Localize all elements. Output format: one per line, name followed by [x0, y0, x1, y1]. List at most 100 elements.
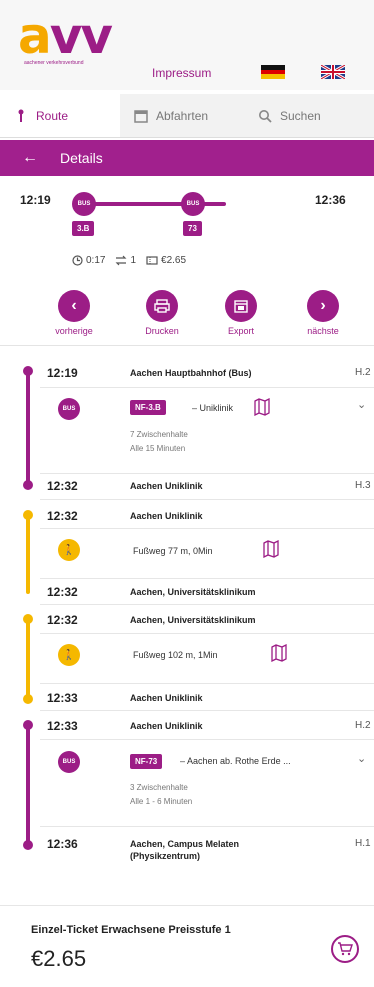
departure-time: 12:19: [47, 366, 78, 380]
departure-time: 12:32: [47, 613, 78, 627]
print-button[interactable]: Drucken: [127, 290, 197, 336]
stop-node: [23, 510, 33, 520]
line-badge: 3.B: [72, 221, 95, 236]
stop-name[interactable]: Aachen, Universitätsklinikum: [130, 587, 256, 597]
stop-name[interactable]: Aachen Hauptbahnhof (Bus): [130, 368, 252, 378]
stop-name-line2: (Physikzentrum): [130, 851, 201, 861]
add-to-cart-button[interactable]: [331, 935, 359, 963]
trip-timeline: 12:19 Aachen Hauptbahnhof (Bus) H.2 BUS …: [0, 350, 374, 861]
stop-name[interactable]: Aachen Uniklinik: [130, 721, 203, 731]
stop-name[interactable]: Aachen, Universitätsklinikum: [130, 615, 256, 625]
intermediate-stops[interactable]: 3 Zwischenhalte: [130, 783, 188, 792]
ticket-name: Einzel-Ticket Erwachsene Preisstufe 1: [31, 924, 231, 936]
map-icon[interactable]: [253, 398, 271, 416]
line-badge: NF-73: [130, 754, 163, 769]
walk-leg-line: [26, 514, 30, 594]
divider: [40, 578, 374, 579]
stop-node: [23, 720, 33, 730]
divider: [40, 528, 374, 529]
tab-abfahrten[interactable]: Abfahrten: [120, 94, 250, 137]
divider: [40, 826, 374, 827]
stop-node: [23, 840, 33, 850]
stop-name[interactable]: Aachen, Campus Melaten: [130, 839, 239, 849]
divider: [40, 739, 374, 740]
chevron-down-icon[interactable]: ⌄: [357, 398, 366, 411]
tab-suchen-label: Suchen: [280, 108, 321, 123]
printer-icon: [146, 290, 178, 322]
frequency: Alle 1 - 6 Minuten: [130, 797, 193, 806]
trip-summary[interactable]: 12:19 12:36 BUS BUS 3.B 73 0:17 1 €2.65 …: [0, 176, 374, 346]
walking-icon: 🚶: [58, 539, 80, 561]
trip-stats: 0:17 1 €2.65: [72, 255, 186, 266]
stop-name[interactable]: Aachen Uniklinik: [130, 511, 203, 521]
ticket-icon: [146, 256, 158, 265]
intermediate-stops[interactable]: 7 Zwischenhalte: [130, 430, 188, 439]
trip-duration: 0:17: [86, 255, 106, 266]
trip-price: €2.65: [161, 255, 187, 266]
avv-logo[interactable]: avv aachener verkehrsverbund: [18, 11, 134, 66]
german-flag-icon[interactable]: [261, 65, 285, 79]
walking-icon: 🚶: [58, 644, 80, 666]
main-tabs: Route Abfahrten Suchen: [0, 94, 374, 138]
bus-icon: BUS: [72, 192, 96, 216]
divider: [40, 710, 374, 711]
walk-info: Fußweg 102 m, 1Min: [133, 650, 218, 660]
stop-node: [23, 480, 33, 490]
stop-node: [23, 366, 33, 376]
bus-leg-line: [26, 724, 30, 848]
divider: [40, 633, 374, 634]
platform: H.2: [355, 367, 371, 378]
stop-name[interactable]: Aachen Uniklinik: [130, 693, 203, 703]
cart-icon: [338, 942, 353, 956]
platform: H.2: [355, 720, 371, 731]
transfer-count: 1: [130, 255, 137, 266]
walk-info: Fußweg 77 m, 0Min: [133, 546, 213, 556]
line-badge: 73: [183, 221, 202, 236]
tab-suchen[interactable]: Suchen: [250, 94, 321, 137]
divider: [40, 387, 374, 388]
logo-subtitle: aachener verkehrsverbund: [24, 60, 84, 66]
back-arrow-icon[interactable]: ←: [0, 149, 60, 167]
divider: [40, 604, 374, 605]
platform: H.1: [355, 838, 371, 849]
arrival-time: 12:32: [47, 479, 78, 493]
chevron-left-icon: ‹: [58, 290, 90, 322]
calendar-export-icon: [225, 290, 257, 322]
impressum-link[interactable]: Impressum: [152, 66, 211, 80]
divider: [40, 473, 374, 474]
chevron-down-icon[interactable]: ⌄: [357, 752, 366, 765]
start-time: 12:19: [20, 193, 51, 207]
frequency: Alle 15 Minuten: [130, 444, 186, 453]
stop-node: [23, 694, 33, 704]
direction-text: – Aachen ab. Rothe Erde ...: [180, 756, 291, 766]
export-button[interactable]: Export: [206, 290, 276, 336]
bus-icon: BUS: [58, 751, 80, 773]
previous-button[interactable]: ‹ vorherige: [39, 290, 109, 336]
clock-icon: [72, 255, 83, 266]
next-button[interactable]: › nächste: [288, 290, 358, 336]
departure-time: 12:32: [47, 509, 78, 523]
uk-flag-icon[interactable]: [321, 65, 345, 79]
bus-icon: BUS: [181, 192, 205, 216]
calendar-icon: [134, 109, 148, 123]
departure-time: 12:33: [47, 719, 78, 733]
map-icon[interactable]: [270, 644, 288, 662]
end-time: 12:36: [315, 193, 346, 207]
page: avv aachener verkehrsverbund Impressum R…: [0, 0, 374, 987]
chevron-right-icon: ›: [307, 290, 339, 322]
app-header: avv aachener verkehrsverbund Impressum: [0, 0, 374, 90]
stop-name[interactable]: Aachen Uniklinik: [130, 481, 203, 491]
tab-route[interactable]: Route: [0, 94, 120, 137]
route-pin-icon: [18, 109, 24, 122]
details-title: Details: [60, 150, 103, 166]
stop-node: [23, 614, 33, 624]
arrival-time: 12:32: [47, 585, 78, 599]
direction-text: – Uniklinik: [192, 403, 234, 413]
map-icon[interactable]: [262, 540, 280, 558]
tab-abfahrten-label: Abfahrten: [156, 108, 209, 123]
bus-icon: BUS: [58, 398, 80, 420]
tab-route-label: Route: [36, 108, 69, 123]
divider: [40, 499, 374, 500]
search-icon: [259, 109, 272, 123]
platform: H.3: [355, 480, 371, 491]
